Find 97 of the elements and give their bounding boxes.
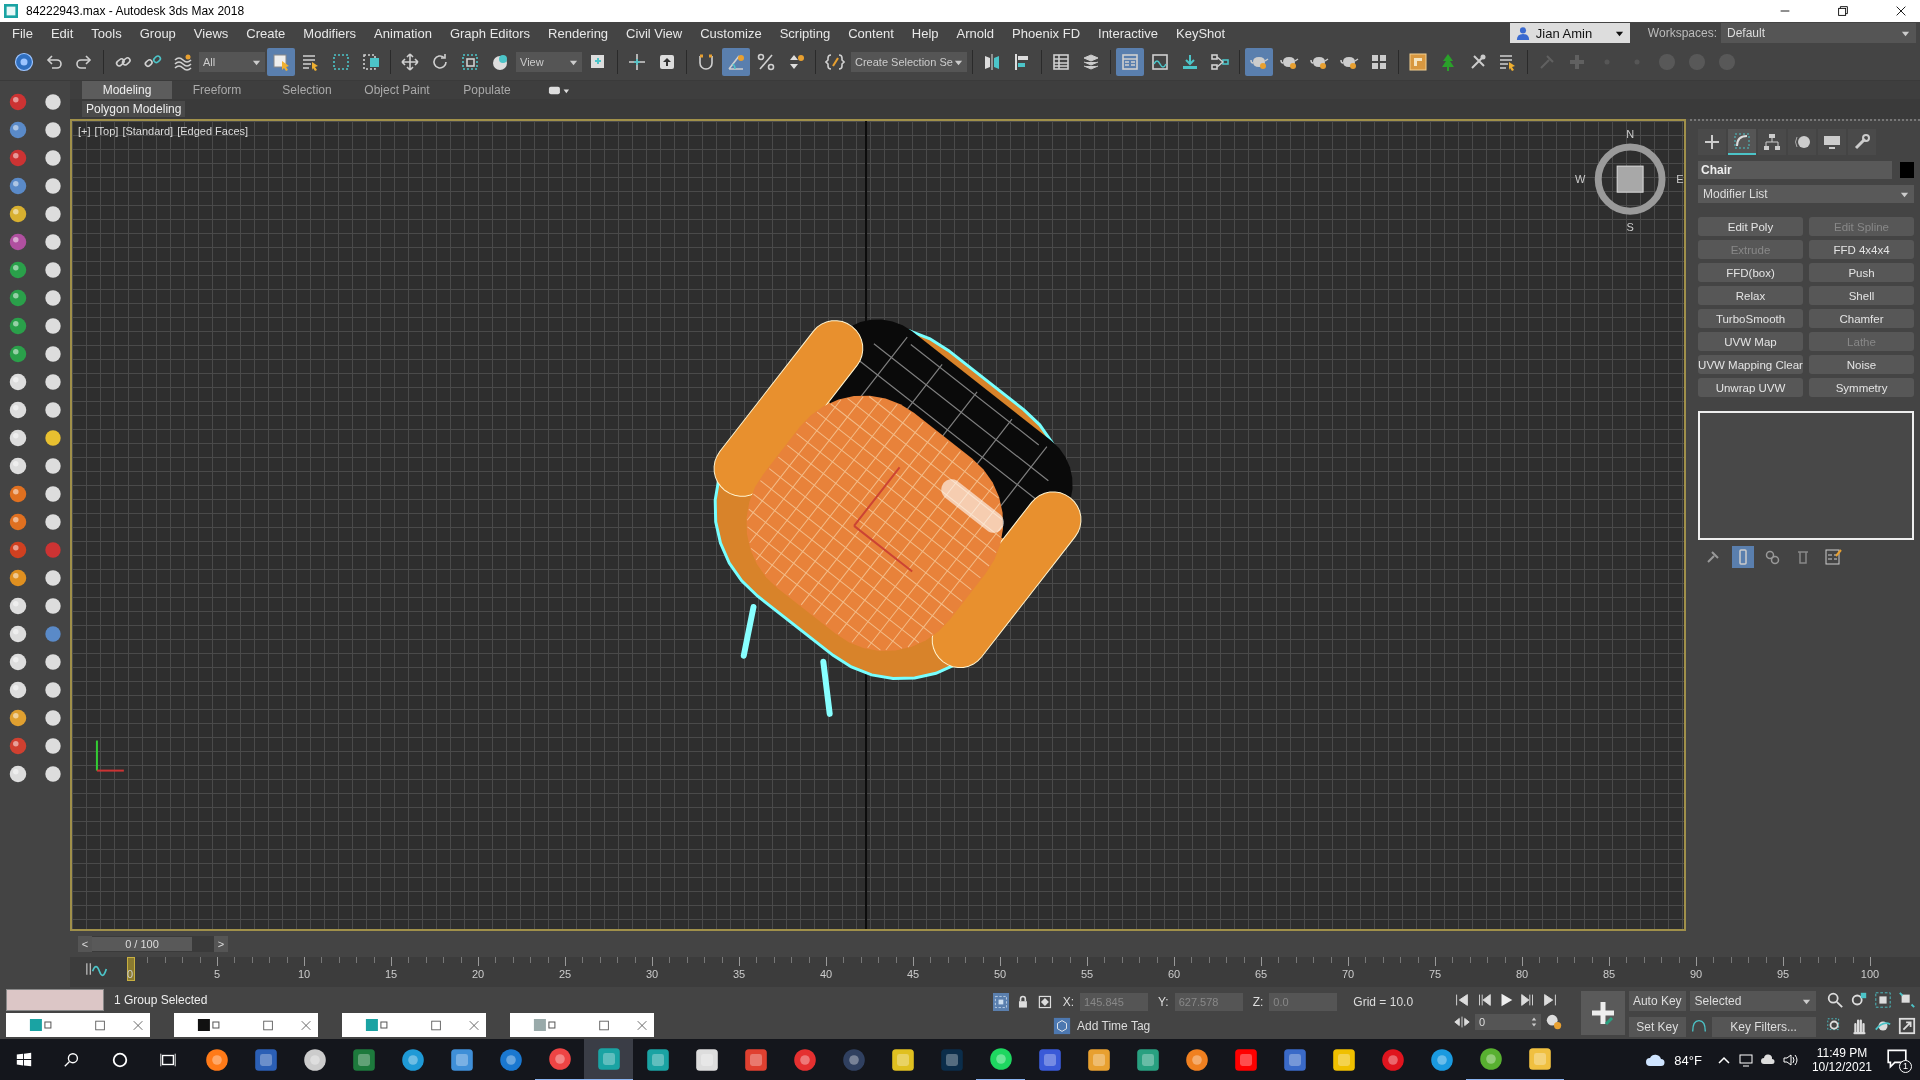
frame-number: 25	[558, 968, 572, 980]
menu-item[interactable]: Arnold	[947, 25, 1004, 41]
next-frame-button[interactable]: >	[214, 936, 228, 952]
menu-item[interactable]: Create	[237, 25, 295, 41]
viewport-label[interactable]: [+]	[78, 125, 91, 137]
user-dropdown[interactable]: Jian Amin	[1509, 23, 1630, 43]
frame-number: 70	[1341, 968, 1355, 980]
notification-count: 1	[1899, 1060, 1912, 1073]
viewport-label[interactable]: [Standard]	[122, 125, 174, 137]
clock[interactable]: 11:49 PM 10/12/2021	[1811, 1046, 1872, 1074]
toolbar-dropdown[interactable]: All	[199, 52, 265, 72]
modifier-button[interactable]: FFD 4x4x4	[1809, 240, 1914, 259]
frame-number: 95	[1776, 968, 1790, 980]
key-mode-dropdown[interactable]: Selected	[1689, 991, 1816, 1011]
frame-number: 80	[1515, 968, 1529, 980]
frame-counter[interactable]: 0 / 100	[92, 937, 192, 951]
menu-item[interactable]: Graph Editors	[440, 25, 540, 41]
frame-number: 100	[1860, 968, 1880, 980]
menu-item[interactable]: File	[0, 25, 42, 41]
modifier-list-dropdown[interactable]: Modifier List	[1698, 185, 1914, 203]
menu-item[interactable]: Views	[184, 25, 238, 41]
current-frame-field[interactable]: 0	[1475, 1014, 1542, 1030]
frame-number: 65	[1254, 968, 1268, 980]
auto-key-button[interactable]: Auto Key	[1628, 991, 1686, 1011]
frame-number: 5	[213, 968, 221, 980]
modifier-button[interactable]: UVW Mapping Clear	[1698, 355, 1803, 374]
object-name-field[interactable]: Chair	[1698, 161, 1892, 179]
menu-item[interactable]: Edit	[41, 25, 83, 41]
window-title: 84222943.max - Autodesk 3ds Max 2018	[26, 4, 246, 18]
frame-number: 30	[645, 968, 659, 980]
weather-temperature[interactable]: 84°F	[1674, 1052, 1702, 1068]
menu-item[interactable]: Animation	[365, 25, 441, 41]
toolbar-dropdown[interactable]: View	[516, 52, 582, 72]
modifier-button[interactable]: Noise	[1809, 355, 1914, 374]
user-name: Jian Amin	[1535, 25, 1594, 41]
menu-item[interactable]: Civil View	[617, 25, 692, 41]
modifier-button[interactable]: Symmetry	[1809, 378, 1914, 397]
notification-button[interactable]: 1	[1886, 1047, 1912, 1073]
modifier-button[interactable]: Unwrap UVW	[1698, 378, 1803, 397]
workspaces-label: Workspaces:	[1647, 26, 1717, 40]
menu-item[interactable]: Interactive	[1089, 25, 1167, 41]
compass-letter: W	[1575, 173, 1586, 186]
x-label: X:	[1062, 995, 1074, 1009]
menu-item[interactable]: Content	[839, 25, 903, 41]
modifier-button[interactable]: UVW Map	[1698, 332, 1803, 351]
frame-number: 10	[297, 968, 311, 980]
modifier-button[interactable]: FFD(box)	[1698, 263, 1803, 282]
compass-letter: N	[1626, 128, 1635, 141]
frame-number: 15	[384, 968, 398, 980]
frame-number: 0	[126, 968, 134, 980]
frame-number: 90	[1689, 968, 1703, 980]
viewport-label[interactable]: [Top]	[94, 125, 119, 137]
ribbon-tab[interactable]: Populate	[442, 81, 532, 99]
menu-item[interactable]: Rendering	[539, 25, 618, 41]
frame-number: 55	[1080, 968, 1094, 980]
menu-item[interactable]: KeyShot	[1167, 25, 1235, 41]
add-time-tag-button[interactable]: Add Time Tag	[1053, 1017, 1151, 1035]
modifier-button[interactable]: Edit Poly	[1698, 217, 1803, 236]
ribbon-panel-label[interactable]: Polygon Modeling	[82, 101, 186, 117]
frame-number: 45	[906, 968, 920, 980]
workspaces-dropdown[interactable]: Default	[1721, 23, 1916, 43]
status-message: 1 Group Selected	[114, 993, 208, 1007]
previous-frame-button[interactable]: <	[78, 936, 92, 952]
ribbon-tab[interactable]: Selection	[262, 81, 352, 99]
viewport-label[interactable]: [Edged Faces]	[177, 125, 249, 137]
menu-item[interactable]: Modifiers	[294, 25, 366, 41]
menu-item[interactable]: Tools	[82, 25, 131, 41]
y-label: Y:	[1158, 995, 1169, 1009]
menu-item[interactable]: Group	[130, 25, 185, 41]
z-label: Z:	[1252, 995, 1264, 1009]
frame-number: 35	[732, 968, 746, 980]
frame-number: 60	[1167, 968, 1181, 980]
frame-number: 75	[1428, 968, 1442, 980]
modifier-button[interactable]: Chamfer	[1809, 309, 1914, 328]
frame-number: 40	[819, 968, 833, 980]
modifier-button[interactable]: Push	[1809, 263, 1914, 282]
menu-item[interactable]: Scripting	[770, 25, 840, 41]
frame-number: 20	[471, 968, 485, 980]
frame-number: 85	[1602, 968, 1616, 980]
frame-number: 50	[993, 968, 1007, 980]
grid-size: Grid = 10.0	[1353, 995, 1414, 1009]
ribbon-tab[interactable]: Object Paint	[352, 81, 442, 99]
modifier-button[interactable]: TurboSmooth	[1698, 309, 1803, 328]
modifier-button[interactable]: Relax	[1698, 286, 1803, 305]
menu-item[interactable]: Phoenix FD	[1003, 25, 1089, 41]
set-key-button[interactable]: Set Key	[1628, 1017, 1686, 1037]
viewport[interactable]: [+] [Top] [Standard] [Edged Faces] N E S W	[70, 119, 1686, 931]
key-filters-button[interactable]: Key Filters...	[1711, 1017, 1816, 1037]
frame-range-bar[interactable]: < 0 / 100 >	[78, 936, 228, 952]
toolbar-dropdown[interactable]: Create Selection Se	[851, 52, 967, 72]
compass-letter: E	[1676, 173, 1684, 186]
menu-item[interactable]: Help	[902, 25, 948, 41]
menu-item[interactable]: Customize	[691, 25, 771, 41]
ribbon-tab[interactable]: Modeling	[82, 81, 172, 99]
ribbon-tab[interactable]: Freeform	[172, 81, 262, 99]
modifier-button[interactable]: Shell	[1809, 286, 1914, 305]
compass-letter: S	[1626, 221, 1634, 234]
